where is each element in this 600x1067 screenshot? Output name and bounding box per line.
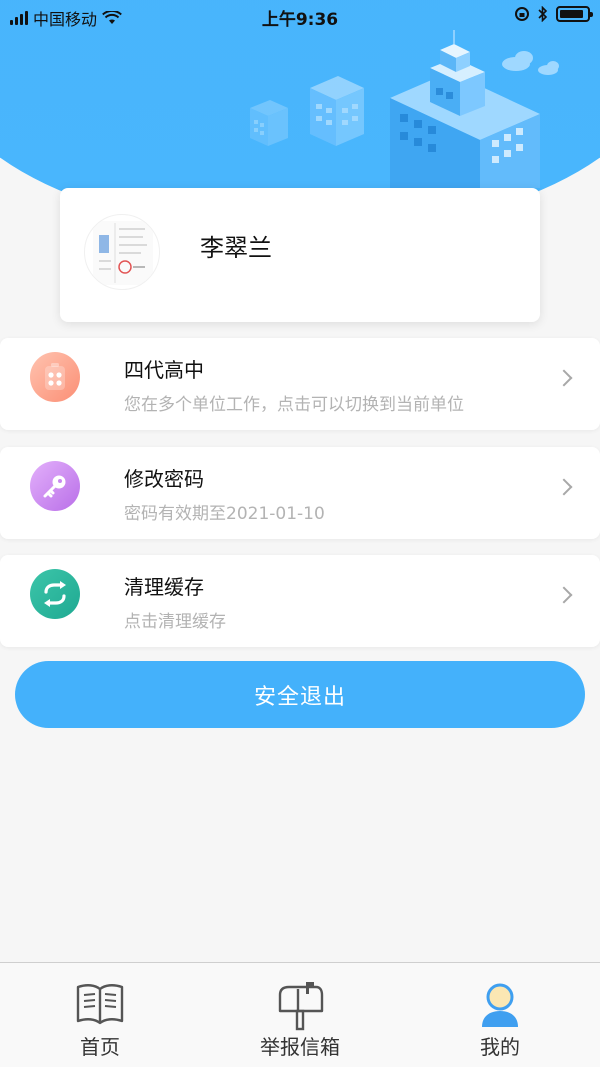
profile-card[interactable]: 李翠兰 [60, 188, 540, 322]
tab-home[interactable]: 首页 [0, 963, 200, 1067]
refresh-icon [30, 569, 80, 619]
mailbox-icon [278, 982, 324, 1031]
key-icon [30, 461, 80, 511]
document-thumbnail-icon [93, 221, 153, 285]
user-icon [482, 983, 518, 1027]
tab-label: 我的 [480, 1035, 520, 1059]
menu-item-clear-cache[interactable]: 清理缓存 点击清理缓存 [0, 555, 600, 647]
buildings-illustration [250, 30, 559, 188]
rotation-lock-icon [515, 7, 529, 21]
chevron-right-icon [555, 369, 573, 387]
building-icon [30, 352, 80, 402]
menu-item-change-password[interactable]: 修改密码 密码有效期至2021-01-10 [0, 447, 600, 539]
bluetooth-icon [538, 6, 548, 22]
battery-icon [556, 6, 593, 22]
logout-button[interactable]: 安全退出 [15, 661, 585, 728]
tab-bar: 首页 举报信箱 我的 [0, 962, 600, 1067]
menu-title: 四代高中 [124, 358, 204, 382]
tab-report-mailbox[interactable]: 举报信箱 [200, 963, 400, 1067]
menu-item-switch-unit[interactable]: 四代高中 您在多个单位工作，点击可以切换到当前单位 [0, 338, 600, 430]
menu-title: 修改密码 [124, 467, 204, 491]
user-name: 李翠兰 [200, 234, 272, 262]
tab-label: 举报信箱 [260, 1035, 340, 1059]
status-bar: 中国移动 上午9:36 [0, 0, 600, 32]
avatar[interactable] [84, 214, 160, 290]
menu-subtitle: 密码有效期至2021-01-10 [124, 504, 325, 524]
menu-title: 清理缓存 [124, 575, 204, 599]
menu-subtitle: 点击清理缓存 [124, 612, 226, 632]
menu-subtitle: 您在多个单位工作，点击可以切换到当前单位 [124, 395, 464, 415]
tab-mine[interactable]: 我的 [400, 963, 600, 1067]
chevron-right-icon [555, 586, 573, 604]
book-icon [76, 984, 124, 1025]
chevron-right-icon [555, 478, 573, 496]
tab-label: 首页 [80, 1035, 120, 1059]
clock: 上午9:36 [261, 10, 339, 30]
